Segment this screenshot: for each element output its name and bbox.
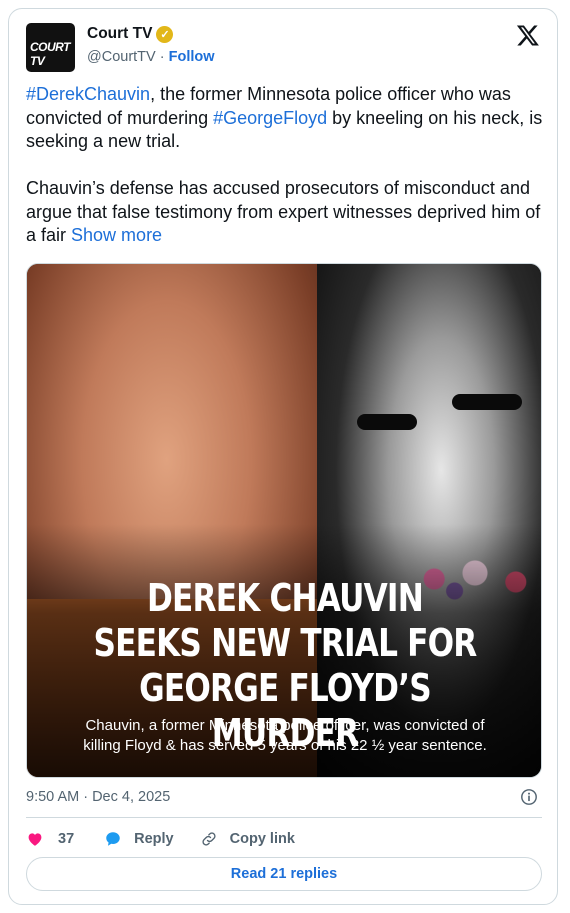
divider (26, 817, 542, 818)
caption-line: Chauvin, a former Minnesota police offic… (85, 717, 485, 734)
avatar-logo: COURT TV (30, 40, 70, 68)
hashtag-george-floyd[interactable]: #GeorgeFloyd (213, 108, 327, 128)
mural-eye-right (452, 394, 522, 410)
read-replies-button[interactable]: Read 21 replies (26, 857, 542, 891)
avatar[interactable]: COURT TV (26, 23, 75, 72)
separator: · (155, 49, 169, 65)
tweet-image[interactable]: DEREK CHAUVIN SEEKS NEW TRIAL FOR GEORGE… (26, 263, 542, 778)
handle[interactable]: @CourtTV (87, 49, 156, 65)
hashtag-derek-chauvin[interactable]: #DerekChauvin (26, 84, 150, 104)
link-icon (202, 832, 216, 846)
reply-button[interactable]: Reply (104, 830, 174, 848)
tweet-text: #DerekChauvin, the former Minnesota poli… (26, 83, 546, 271)
image-caption: Chauvin, a former Minnesota police offic… (27, 716, 541, 756)
tweet-card: COURT TV Court TV ✓ @CourtTV · Follow #D… (8, 8, 558, 905)
heart-icon (28, 833, 42, 846)
reply-label: Reply (134, 831, 174, 847)
info-icon[interactable] (520, 788, 538, 806)
handle-row: @CourtTV · Follow (87, 49, 215, 65)
display-name[interactable]: Court TV (87, 25, 152, 43)
verified-badge-icon: ✓ (156, 25, 174, 43)
tweet-paragraph-1: #DerekChauvin, the former Minnesota poli… (26, 83, 546, 154)
tweet-paragraph-2: Chauvin’s defense has accused prosecutor… (26, 177, 546, 248)
action-bar: 37 Reply Copy link (26, 829, 295, 849)
like-count: 37 (58, 831, 75, 847)
timestamp[interactable]: 9:50 AM · Dec 4, 2025 (26, 789, 170, 805)
follow-button[interactable]: Follow (169, 49, 215, 65)
mural-eye-left (357, 414, 417, 430)
name-row: Court TV ✓ (87, 25, 174, 43)
like-button[interactable]: 37 (26, 830, 74, 848)
x-logo-icon[interactable] (516, 23, 540, 47)
caption-line: killing Floyd & has served 5 years of hi… (83, 737, 487, 754)
reply-bubble-icon (106, 832, 120, 846)
headline-line: DEREK CHAUVIN (147, 576, 424, 620)
show-more-link[interactable]: Show more (71, 225, 162, 245)
copy-link-button[interactable]: Copy link (200, 830, 295, 848)
copy-link-label: Copy link (229, 831, 295, 847)
headline-line: SEEKS NEW TRIAL FOR (93, 621, 478, 665)
